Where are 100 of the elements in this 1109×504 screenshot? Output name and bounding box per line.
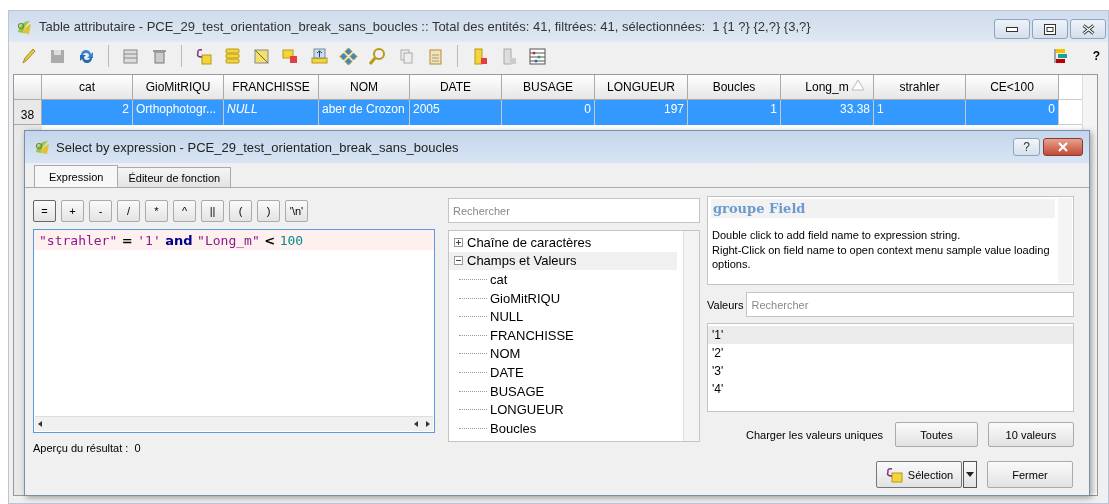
table-cell: 2005 <box>410 100 502 125</box>
close-button[interactable] <box>1070 19 1106 39</box>
value-item[interactable]: '3' <box>708 362 1073 380</box>
close-icon <box>1056 141 1070 153</box>
expression-icon <box>884 466 903 483</box>
values-search-field[interactable]: Rechercher <box>746 292 1074 317</box>
table-cell: 1 <box>874 100 966 125</box>
tree-item[interactable]: cat <box>490 272 508 287</box>
pencil-icon[interactable] <box>19 46 38 66</box>
tree-label: Chaîne de caractères <box>467 234 592 250</box>
value-item[interactable]: '2' <box>708 344 1073 362</box>
tree-item[interactable]: DATE <box>490 364 524 380</box>
table-icon[interactable] <box>121 46 140 66</box>
tree-item[interactable]: FRANCHISSE <box>490 327 574 343</box>
tree-item[interactable]: NULL <box>490 309 524 325</box>
table-cell: 197 <box>595 100 688 125</box>
operator-button[interactable]: ) <box>257 200 280 222</box>
operator-button[interactable]: = <box>33 200 56 222</box>
caret-icon <box>966 471 974 478</box>
window-title: Table attributaire - PCE_29_test_orientation_break_sans_boucles :: Total des entités: 41, filtrées: 41, sélectionnées: 1 {1 ?} {2,?} {3,?} <box>39 19 811 34</box>
header-corner[interactable] <box>14 75 42 100</box>
tree-item[interactable]: BUSAGE <box>490 383 545 399</box>
column-header[interactable]: Long_m <box>781 75 874 100</box>
expression-text: "strahler" = '1' and "Long_m" < 100 <box>34 230 434 250</box>
square-delete-icon[interactable] <box>281 46 300 66</box>
operator-button[interactable]: + <box>61 200 84 222</box>
column-header[interactable]: BUSAGE <box>502 75 595 100</box>
collapse-icon[interactable] <box>454 256 463 266</box>
function-tree[interactable]: Chaîne de caractères Champs et Valeurs cat GioMitRIQU NULL FRANCHISSE NOM DATE BUSAGE LONGUEUR Boucles <box>448 230 700 442</box>
operator-button[interactable]: ( <box>229 200 252 222</box>
close-button[interactable] <box>1043 138 1083 156</box>
table-cell: 0 <box>966 100 1059 125</box>
dialog-title: Select by expression - PCE_29_test_orientation_break_sans_boucles <box>56 139 459 155</box>
help-button[interactable]: ? <box>1013 138 1040 156</box>
value-item[interactable]: '1' <box>708 326 1073 344</box>
load-values-button[interactable]: 10 valeurs <box>988 422 1074 447</box>
help-text: Double click to add field name to expression string. Right-Click on field name to open context menu sample value loading options. <box>711 228 1051 272</box>
tree-item[interactable]: Boucles <box>490 420 537 436</box>
operator-button[interactable]: '\n' <box>285 200 308 222</box>
diamonds-icon[interactable] <box>339 46 358 66</box>
operator-button[interactable]: * <box>145 200 168 222</box>
dropdown-button[interactable] <box>963 461 977 488</box>
column-header[interactable]: strahler <box>874 75 966 100</box>
magnifier-icon[interactable] <box>368 46 387 66</box>
expand-icon[interactable] <box>454 237 463 247</box>
scrollbar[interactable] <box>1058 198 1072 283</box>
help-button[interactable]: ? <box>1092 49 1100 63</box>
table-cell: 33.38 <box>781 100 874 125</box>
close-icon <box>1081 23 1095 35</box>
scrollbar[interactable] <box>35 416 433 431</box>
minimize-button[interactable] <box>994 19 1030 39</box>
column-header[interactable]: cat <box>42 75 133 100</box>
operator-button[interactable]: || <box>201 200 224 222</box>
clipboard-icon[interactable] <box>426 46 445 66</box>
column-header[interactable]: CE<100 <box>966 75 1059 100</box>
values-list[interactable]: '1' '2' '3' '4' <box>707 323 1074 412</box>
qgis-logo-icon <box>33 138 51 156</box>
triangle-square-icon[interactable] <box>252 46 271 66</box>
tree-item[interactable]: LONGUEUR <box>490 402 564 418</box>
column-header[interactable]: DATE <box>410 75 502 100</box>
tree-label: Champs et Valeurs <box>467 253 577 269</box>
column-header[interactable]: GioMitRIQU <box>133 75 224 100</box>
table-cell: 2 <box>42 100 133 125</box>
column-header[interactable]: NOM <box>319 75 410 100</box>
upload-icon[interactable] <box>310 46 329 66</box>
operator-button[interactable]: / <box>117 200 140 222</box>
tab[interactable]: Expression <box>34 165 119 187</box>
sort-arrow-icon <box>851 79 865 91</box>
tree-item[interactable]: Chaîne de caractères <box>449 233 677 252</box>
table-cell: NULL <box>224 100 319 125</box>
tree-item[interactable]: Champs et Valeurs <box>449 251 677 271</box>
value-item[interactable]: '4' <box>708 380 1073 398</box>
operator-button[interactable]: - <box>89 200 112 222</box>
selection-button[interactable]: Sélection <box>876 461 962 488</box>
table-cell: aber de Crozon <box>319 100 410 125</box>
expression-icon[interactable] <box>194 46 213 66</box>
row-header[interactable]: 38 <box>14 100 42 125</box>
help-title: groupe Field <box>711 199 1055 218</box>
tree-item[interactable]: GioMitRIQU <box>490 290 561 306</box>
table-cell: 1 <box>688 100 781 125</box>
column-header[interactable]: Boucles <box>688 75 781 100</box>
table-cell: Orthophotogr... <box>133 100 224 125</box>
expression-editor[interactable]: "strahler" = '1' and "Long_m" < 100 <box>33 229 435 433</box>
scrollbar[interactable] <box>683 231 699 441</box>
operator-button[interactable]: ^ <box>173 200 196 222</box>
table-cell: 0 <box>502 100 595 125</box>
result-preview: Aperçu du résultat : 0 <box>33 442 142 454</box>
load-values-button[interactable]: Toutes <box>895 422 978 447</box>
maximize-button[interactable] <box>1032 19 1068 39</box>
column-header[interactable]: LONGUEUR <box>595 75 688 100</box>
tab[interactable]: Éditeur de fonction <box>117 167 232 187</box>
load-values-label: Charger les valeurs uniques <box>746 428 883 441</box>
close-button[interactable]: Fermer <box>987 461 1073 488</box>
minimize-icon <box>1006 26 1018 32</box>
stack-icon[interactable] <box>223 46 242 66</box>
abacus-icon[interactable] <box>528 46 547 66</box>
tree-item[interactable]: NOM <box>490 346 521 362</box>
search-field[interactable]: Rechercher <box>448 198 700 223</box>
maximize-icon <box>1044 23 1056 35</box>
column-header[interactable]: FRANCHISSE <box>224 75 319 100</box>
